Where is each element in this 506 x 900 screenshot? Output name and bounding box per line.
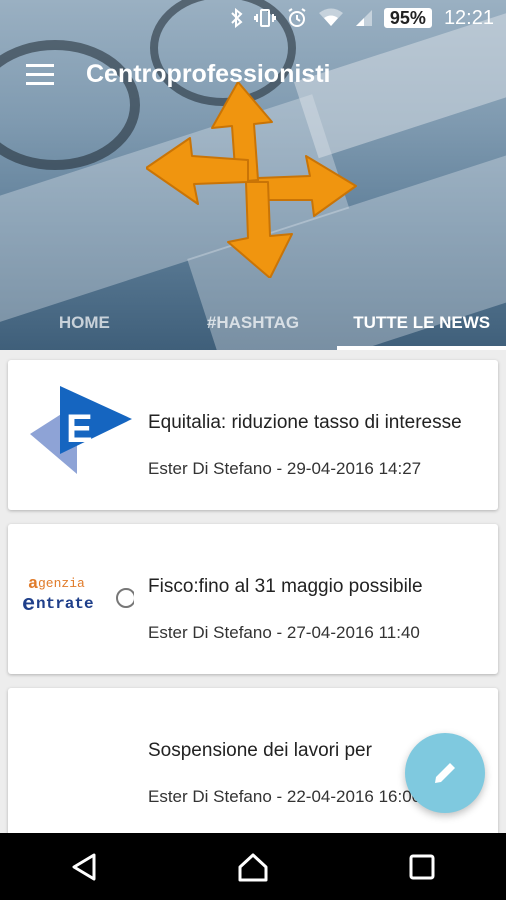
system-nav-bar [0, 833, 506, 900]
signal-icon [354, 8, 374, 28]
tab-bar: HOME #HASHTAG TUTTE LE NEWS [0, 295, 506, 350]
pencil-icon [435, 763, 455, 783]
compose-button[interactable] [405, 733, 485, 813]
svg-text:e: e [22, 592, 35, 617]
svg-text:E: E [66, 407, 93, 451]
back-button[interactable] [54, 837, 114, 897]
tab-hashtag[interactable]: #HASHTAG [169, 295, 338, 350]
recents-button[interactable] [392, 837, 452, 897]
equitalia-logo: E [22, 374, 134, 486]
svg-text:genzia: genzia [38, 576, 85, 591]
menu-icon[interactable] [26, 64, 54, 86]
svg-text:ntrate: ntrate [36, 595, 94, 613]
news-meta: Ester Di Stefano - 27-04-2016 11:40 [148, 623, 420, 642]
vibrate-icon [253, 8, 276, 28]
app-title: Centroprofessionisti [86, 60, 331, 88]
home-icon [238, 853, 268, 881]
recents-icon [409, 854, 435, 879]
clock: 12:21 [443, 6, 494, 29]
status-bar: 95% 12:21 [0, 0, 506, 36]
app-bar: Centroprofessionisti [0, 36, 506, 116]
tab-home[interactable]: HOME [0, 295, 169, 350]
back-icon [72, 853, 96, 880]
agenzia-entrate-logo: a genzia e ntrate [22, 538, 134, 650]
news-thumbnail [22, 702, 134, 814]
news-title: Fisco:fino al 31 maggio possibile [148, 576, 423, 597]
wifi-icon [318, 8, 344, 28]
news-title: Equitalia: riduzione tasso di interesse [148, 412, 462, 433]
news-card[interactable]: E Equitalia: riduzione tasso di interess… [8, 360, 498, 510]
home-button[interactable] [223, 837, 283, 897]
bluetooth-icon [230, 8, 244, 28]
news-card[interactable]: a genzia e ntrate Fisco:fino al 31 maggi… [8, 524, 498, 674]
tab-tutte-le-news[interactable]: TUTTE LE NEWS [337, 295, 506, 350]
news-meta: Ester Di Stefano - 29-04-2016 14:27 [148, 459, 422, 478]
battery-indicator: 95% [383, 8, 432, 28]
alarm-icon [286, 7, 308, 29]
news-meta: Ester Di Stefano - 22-04-2016 16:00 [148, 787, 422, 806]
